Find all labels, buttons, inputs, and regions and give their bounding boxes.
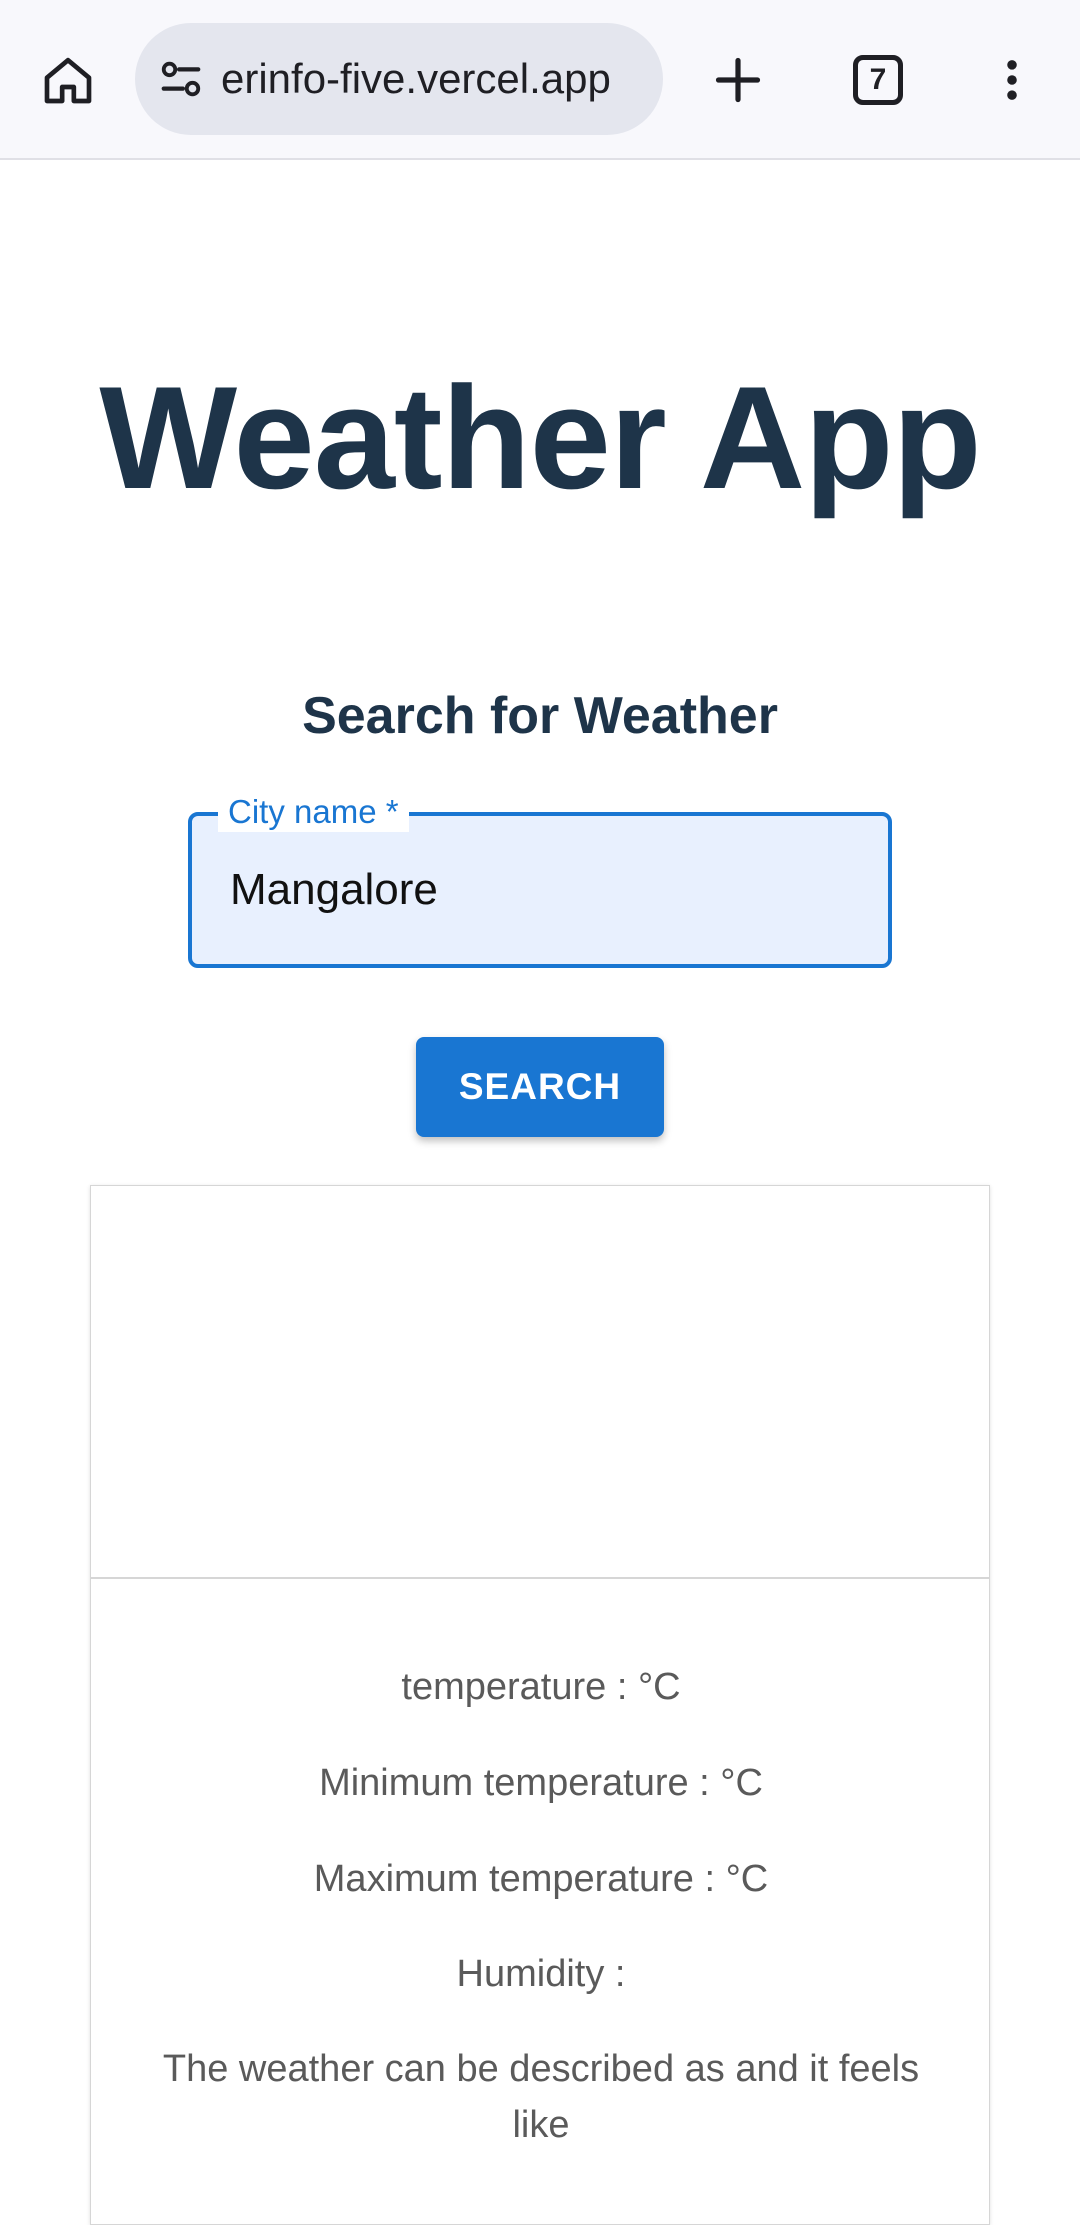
tab-count: 7 bbox=[869, 63, 887, 96]
city-name-input[interactable] bbox=[192, 816, 888, 964]
browser-menu-button[interactable] bbox=[972, 40, 1052, 120]
city-name-field[interactable] bbox=[188, 812, 892, 968]
address-bar[interactable]: erinfo-five.vercel.app bbox=[135, 23, 663, 135]
weather-description-text: The weather can be described as and it f… bbox=[162, 2048, 920, 2146]
weather-card-image bbox=[91, 1186, 989, 1579]
new-tab-button[interactable] bbox=[698, 40, 778, 120]
max-temperature-text: Maximum temperature : °C bbox=[313, 1858, 769, 1900]
plus-icon bbox=[715, 57, 761, 103]
url-text: erinfo-five.vercel.app bbox=[221, 55, 611, 102]
tab-count-icon: 7 bbox=[853, 55, 903, 105]
search-button[interactable]: SEARCH bbox=[416, 1037, 664, 1137]
home-button[interactable] bbox=[28, 40, 108, 120]
home-icon bbox=[44, 57, 92, 104]
site-settings-icon[interactable] bbox=[155, 53, 207, 105]
temperature-text: temperature : °C bbox=[401, 1666, 681, 1708]
page-title: Weather App bbox=[99, 356, 981, 519]
browser-toolbar: erinfo-five.vercel.app 7 bbox=[0, 0, 1080, 160]
more-vertical-icon bbox=[1007, 60, 1017, 100]
humidity-text: Humidity : bbox=[456, 1953, 626, 1995]
min-temperature-text: Minimum temperature : °C bbox=[319, 1762, 763, 1804]
weather-card: temperature : °C Minimum temperature : °… bbox=[90, 1185, 990, 2225]
city-name-label: City name * bbox=[218, 792, 409, 832]
tab-switcher-button[interactable]: 7 bbox=[838, 40, 918, 120]
search-section-title: Search for Weather bbox=[302, 687, 778, 745]
